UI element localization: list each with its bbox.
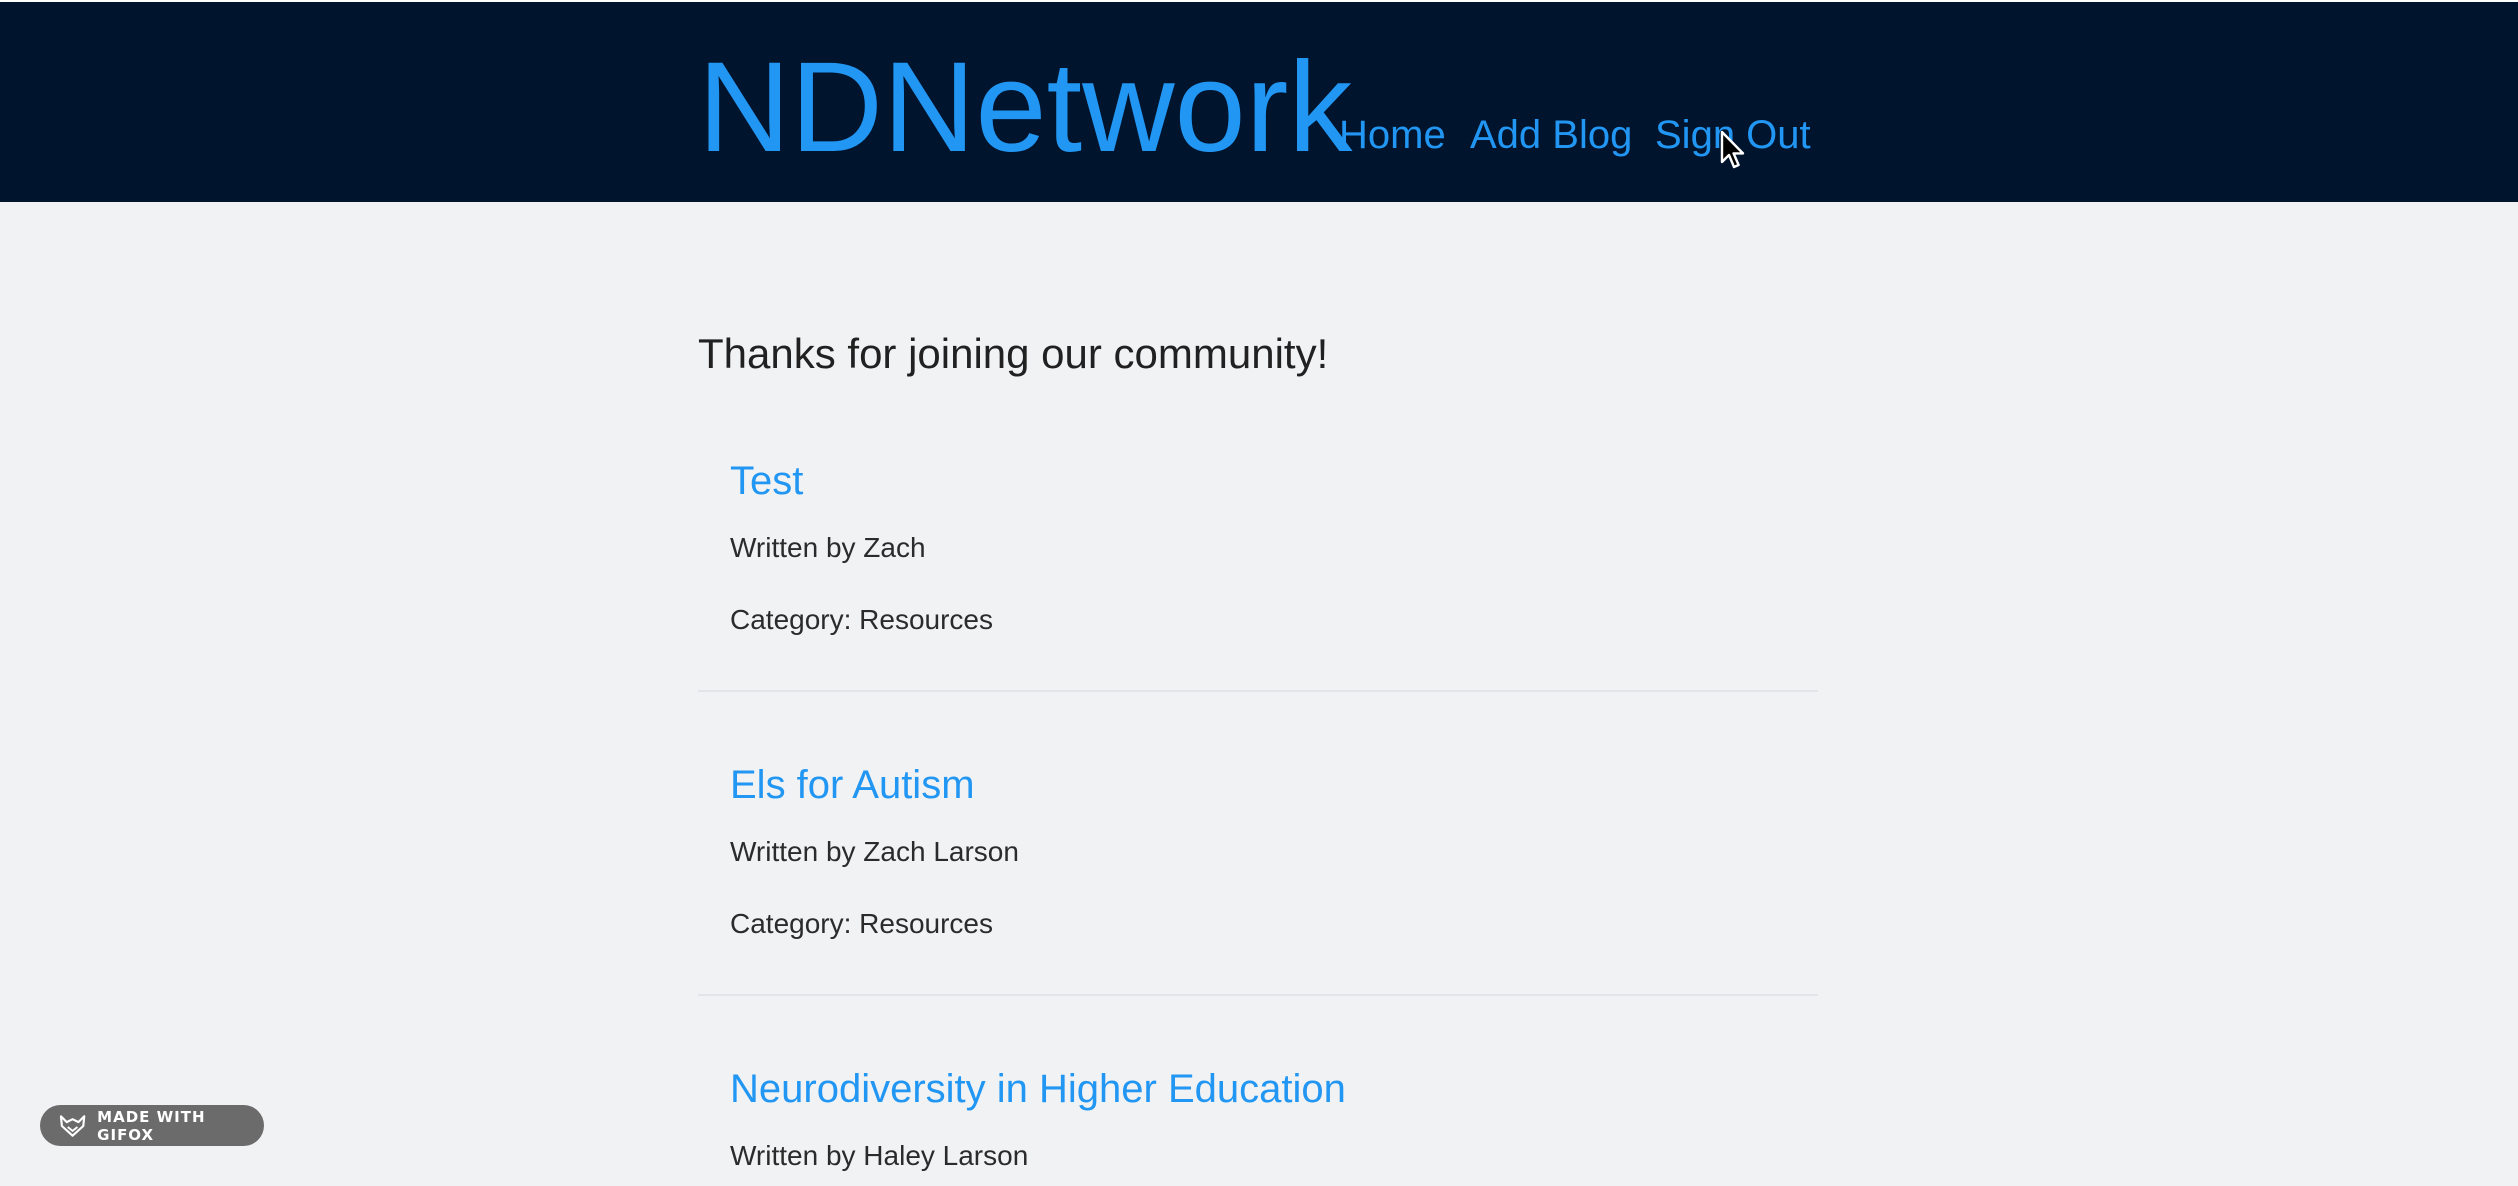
post-author: Written by Haley Larson [730, 1140, 1029, 1171]
post-author: Written by Zach [730, 532, 926, 563]
welcome-heading: Thanks for joining our community! [698, 330, 1329, 377]
post-author: Written by Zach Larson [730, 836, 1019, 867]
nav-add-blog-link[interactable]: Add Blog [1470, 110, 1632, 160]
badge-label: MADE WITH GIFOX [97, 1107, 206, 1144]
post-category: Category: Resources [730, 604, 994, 635]
post-divider [698, 690, 1818, 692]
post-title-link[interactable]: Test [730, 456, 803, 506]
post-category: Category: Resources [730, 908, 994, 939]
made-with-gifox-badge[interactable]: MADE WITH GIFOX [40, 1105, 264, 1146]
post-title-link[interactable]: Neurodiversity in Higher Education [730, 1064, 1346, 1114]
mouse-cursor-icon [1720, 130, 1745, 169]
site-brand-logo[interactable]: NDNetwork [698, 38, 1352, 178]
post-divider [698, 994, 1818, 996]
nav-home-link[interactable]: Home [1339, 110, 1446, 160]
fox-icon [59, 1114, 86, 1137]
post-title-link[interactable]: Els for Autism [730, 760, 975, 810]
site-header: NDNetwork Home Add Blog Sign Out [0, 2, 2518, 202]
